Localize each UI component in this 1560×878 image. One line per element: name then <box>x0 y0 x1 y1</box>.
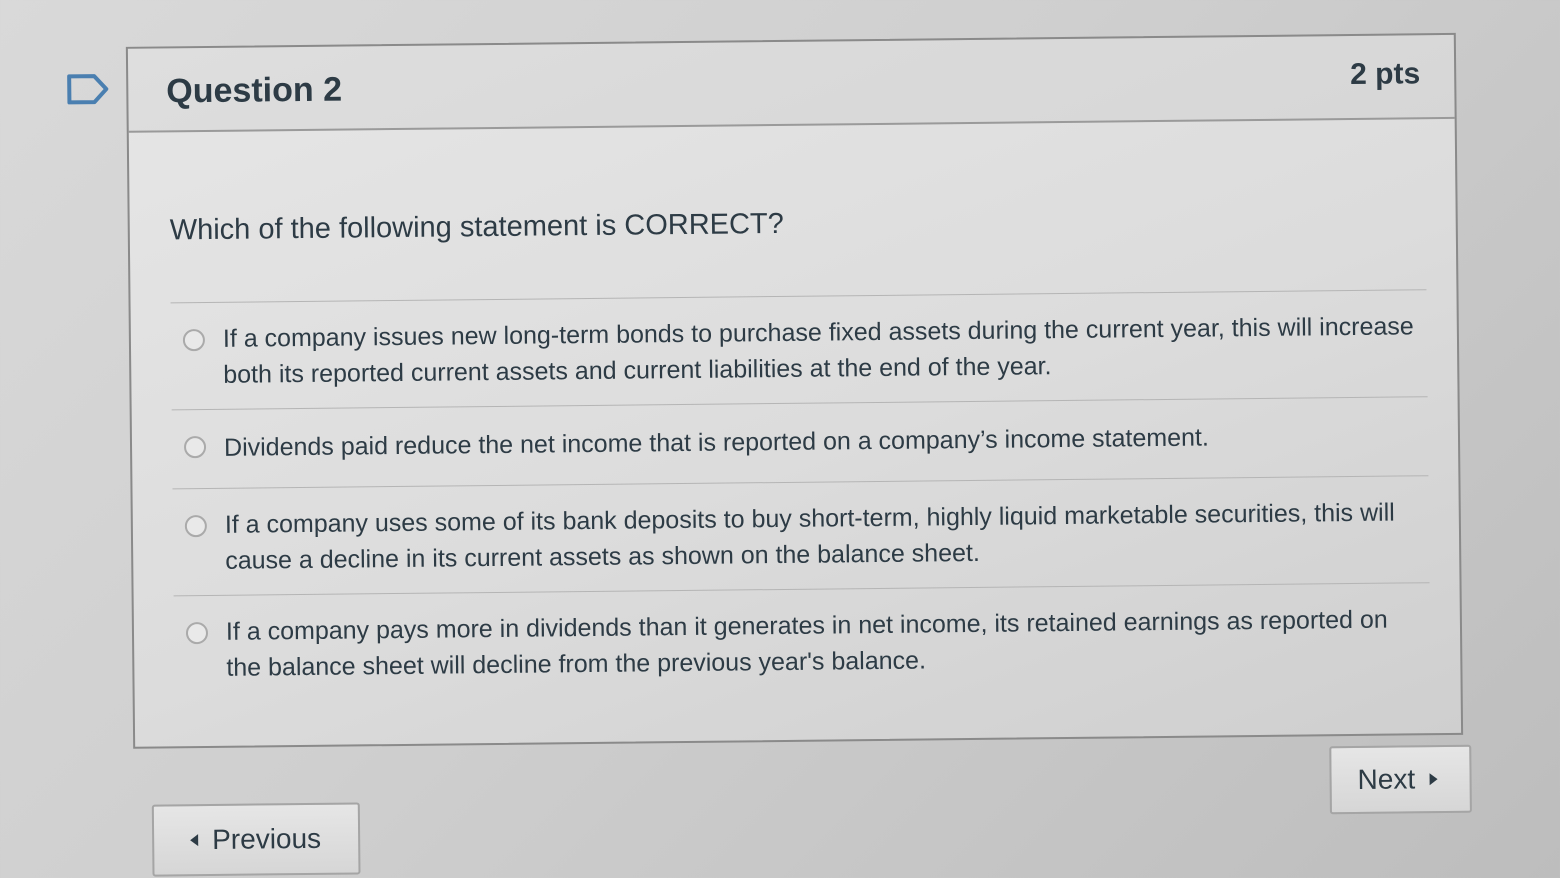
answer-option[interactable]: If a company pays more in dividends than… <box>173 582 1431 703</box>
question-text: Which of the following statement is CORR… <box>169 207 784 247</box>
answer-label: If a company issues new long-term bonds … <box>222 312 1414 389</box>
answer-option[interactable]: If a company issues new long-term bonds … <box>170 289 1428 410</box>
question-header: Question 2 2 pts <box>127 34 1455 133</box>
next-button-label: Next <box>1357 763 1416 795</box>
answer-option[interactable]: Dividends paid reduce the net income tha… <box>171 396 1429 489</box>
answer-label: If a company pays more in dividends than… <box>225 605 1388 682</box>
radio-button[interactable] <box>183 436 207 459</box>
flag-question-icon[interactable] <box>66 73 110 105</box>
caret-left-icon <box>190 834 199 847</box>
answer-list: If a company issues new long-term bonds … <box>170 289 1431 703</box>
answer-option[interactable]: If a company uses some of its bank depos… <box>172 475 1430 596</box>
question-card: Question 2 2 pts Which of the following … <box>125 32 1464 749</box>
previous-button-label: Previous <box>211 822 322 855</box>
previous-button[interactable]: Previous <box>151 802 361 877</box>
answer-label: Dividends paid reduce the net income tha… <box>223 423 1209 462</box>
caret-right-icon <box>1429 773 1438 786</box>
question-points: 2 pts <box>1349 57 1421 92</box>
radio-button[interactable] <box>182 329 206 352</box>
quiz-page: Question 2 2 pts Which of the following … <box>0 0 1560 878</box>
radio-button[interactable] <box>184 515 207 538</box>
next-button[interactable]: Next <box>1329 744 1472 815</box>
radio-button[interactable] <box>185 622 209 645</box>
question-title: Question 2 <box>166 70 343 111</box>
answer-label: If a company uses some of its bank depos… <box>224 498 1395 575</box>
